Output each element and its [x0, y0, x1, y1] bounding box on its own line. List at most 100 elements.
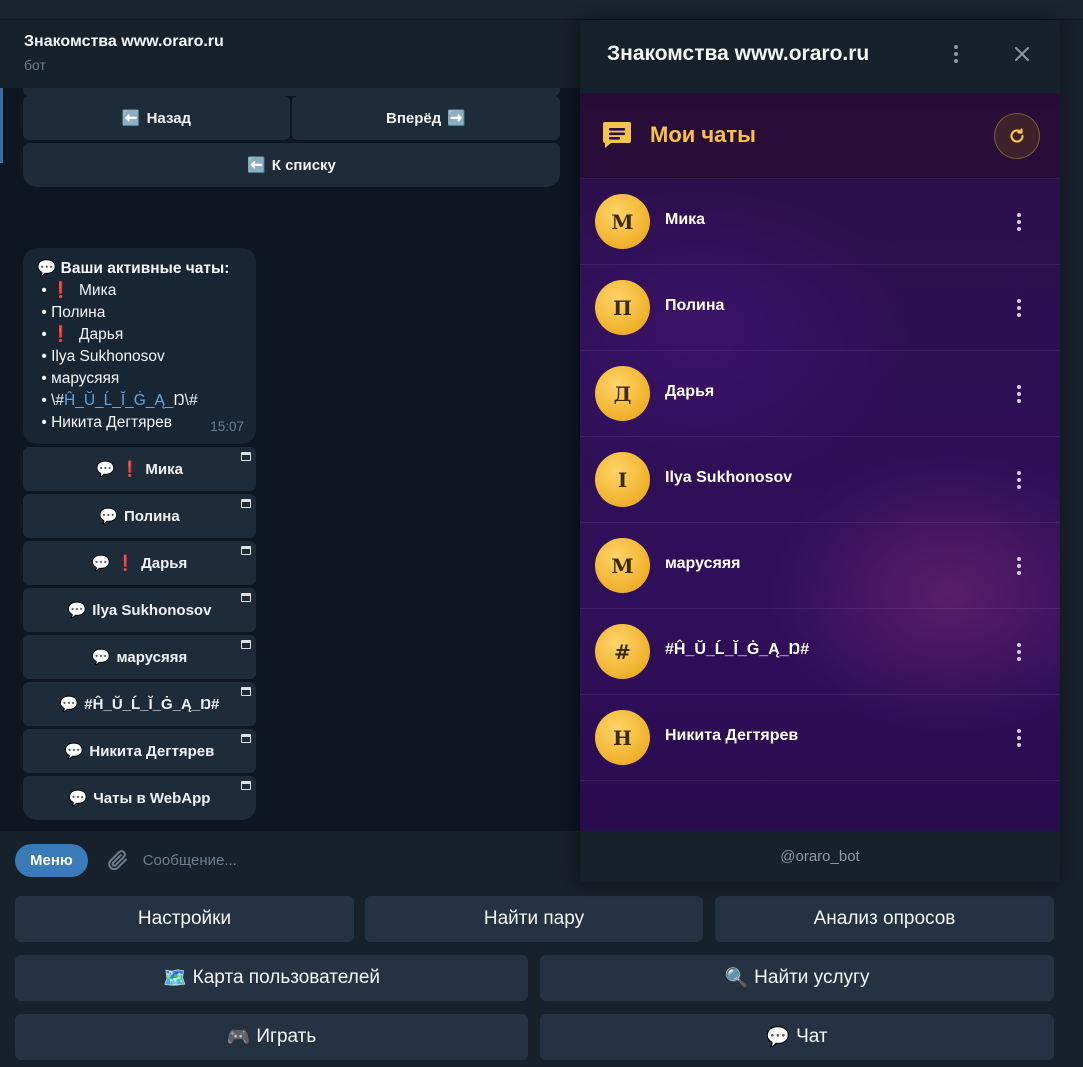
message-header-text: Ваши активные чаты: — [60, 260, 230, 277]
chat-list: М Мика П Полина Д Дарья I Ilya Sukhonoso… — [580, 179, 1060, 781]
chat-button-label: Мика — [145, 460, 183, 478]
chat-button-label: Ilya Sukhonosov — [92, 601, 212, 619]
chat-button[interactable]: 💬 ❗ Мика — [23, 447, 256, 491]
chat-button[interactable]: 💬 Никита Дегтярев — [23, 729, 256, 773]
forward-button[interactable]: Вперёд ➡️ — [292, 96, 560, 140]
to-list-button[interactable]: ⬅️ К списку — [23, 143, 560, 187]
webapp-window-icon — [241, 546, 251, 555]
chat-header[interactable]: Знакомства www.oraro.ru бот — [0, 20, 580, 88]
message-line-text: Дарья — [79, 326, 124, 343]
webapp-window-icon — [241, 499, 251, 508]
find-pair-button[interactable]: Найти пару — [365, 896, 703, 942]
chat-name: Дарья — [665, 383, 715, 400]
map-icon: 🗺️ — [163, 968, 187, 989]
webapp-content[interactable]: Мои чаты М Мика П Полина Д Дарья I Ilya … — [580, 93, 1060, 831]
left-arrow-icon: ⬅️ — [247, 157, 266, 174]
avatar: П — [595, 280, 650, 335]
chat-reply-button-label: Чат — [796, 1026, 828, 1047]
chat-list-item[interactable]: I Ilya Sukhonosov — [580, 437, 1060, 523]
chat-button-label: Чаты в WebApp — [93, 789, 211, 807]
exclamation-icon: ❗ — [116, 555, 136, 572]
chat-list-item[interactable]: М Мика — [580, 179, 1060, 265]
my-chats-bar: Мои чаты — [580, 93, 1060, 179]
bullet: • — [41, 282, 47, 299]
my-chats-heading: Мои чаты — [650, 122, 756, 147]
chat-reply-button[interactable]: 💬 Чат — [540, 1014, 1054, 1060]
more-options-icon[interactable] — [944, 40, 968, 68]
poll-analysis-button-label: Анализ опросов — [813, 908, 956, 929]
refresh-icon — [1010, 128, 1024, 143]
message-line-text: Полина — [51, 304, 106, 321]
more-options-icon[interactable] — [1012, 639, 1026, 665]
chat-list-item[interactable]: М марусяяя — [580, 523, 1060, 609]
chat-messages-area[interactable]: ⬅️ Назад Вперёд ➡️ ⬅️ К списку 💬 Ваши ак… — [0, 88, 580, 831]
refresh-button[interactable] — [994, 113, 1040, 159]
chat-button[interactable]: 💬 Ilya Sukhonosov — [23, 588, 256, 632]
avatar: Н — [595, 710, 650, 765]
message-header: 💬 Ваши активные чаты: — [37, 258, 242, 280]
message-input[interactable] — [142, 851, 523, 869]
speech-bubble-icon: 💬 — [91, 555, 111, 572]
chat-button[interactable]: 💬 #Ĥ_Ŭ_Ĺ_Ĭ_Ġ_Ą_Ŋ# — [23, 682, 256, 726]
chat-button-label: Никита Дегтярев — [89, 742, 215, 760]
poll-analysis-button[interactable]: Анализ опросов — [715, 896, 1054, 942]
message-line: • Полина — [37, 302, 242, 324]
user-map-button-label: Карта пользователей — [192, 967, 380, 988]
webapp-window-icon — [241, 687, 251, 696]
play-button[interactable]: 🎮 Играть — [15, 1014, 528, 1060]
telegram-window: Знакомства www.oraro.ru бот ⬅️ Назад Впе… — [0, 0, 1083, 1067]
forward-button-label: Вперёд — [386, 109, 442, 127]
menu-button[interactable]: Меню — [15, 843, 88, 877]
chat-name: Никита Дегтярев — [665, 727, 799, 744]
bullet: • — [41, 370, 47, 387]
find-service-button[interactable]: 🔍 Найти услугу — [540, 955, 1054, 1001]
find-service-button-label: Найти услугу — [754, 967, 870, 988]
exclamation-icon: ❗ — [120, 461, 140, 478]
reply-keyboard: Настройки Найти пару Анализ опросов 🗺️ К… — [0, 889, 1083, 1067]
paperclip-icon[interactable] — [105, 847, 131, 873]
close-icon[interactable] — [1010, 42, 1034, 66]
settings-button[interactable]: Настройки — [15, 896, 354, 942]
more-options-icon[interactable] — [1012, 209, 1026, 235]
avatar: М — [595, 194, 650, 249]
more-options-icon[interactable] — [1012, 381, 1026, 407]
window-top-strip — [0, 0, 1083, 20]
bullet: • — [41, 392, 47, 409]
chat-button[interactable]: 💬 марусяяя — [23, 635, 256, 679]
webapp-window-icon — [241, 781, 251, 790]
bullet: • — [41, 348, 47, 365]
username-link[interactable]: Ĥ_Ŭ_Ĺ_Ĭ_Ġ_Ą_ — [64, 392, 173, 409]
chat-name: Ilya Sukhonosov — [665, 469, 793, 486]
chat-subtitle: бот — [24, 57, 46, 73]
chat-list-item[interactable]: П Полина — [580, 265, 1060, 351]
chat-list-item[interactable]: Н Никита Дегтярев — [580, 695, 1060, 781]
chat-title: Знакомства www.oraro.ru — [24, 33, 224, 50]
message-line-text: Никита Дегтярев — [51, 414, 172, 431]
chat-name: Мика — [665, 211, 706, 228]
webapp-window-icon — [241, 734, 251, 743]
speech-bubble-icon: 💬 — [59, 696, 79, 713]
more-options-icon[interactable] — [1012, 467, 1026, 493]
to-list-button-label: К списку — [271, 156, 336, 174]
chat-button-label: марусяяя — [116, 648, 188, 666]
message-line-text: \# — [51, 392, 64, 409]
message-line: • марусяяя — [37, 368, 242, 390]
chat-button-label: #Ĥ_Ŭ_Ĺ_Ĭ_Ġ_Ą_Ŋ# — [84, 695, 220, 713]
speech-bubble-icon: 💬 — [96, 461, 115, 478]
more-options-icon[interactable] — [1012, 725, 1026, 751]
more-options-icon[interactable] — [1012, 295, 1026, 321]
speech-bubble-icon: 💬 — [37, 260, 57, 277]
chat-button[interactable]: 💬 Полина — [23, 494, 256, 538]
webapp-title: Знакомства www.oraro.ru — [607, 42, 870, 65]
chat-button[interactable]: 💬 ❗ Дарья — [23, 541, 256, 585]
webapp-chats-button[interactable]: 💬 Чаты в WebApp — [23, 776, 256, 820]
message-line-text: Ilya Sukhonosov — [51, 348, 165, 365]
back-button-label: Назад — [146, 109, 192, 127]
back-button[interactable]: ⬅️ Назад — [23, 96, 290, 140]
more-options-icon[interactable] — [1012, 553, 1026, 579]
user-map-button[interactable]: 🗺️ Карта пользователей — [15, 955, 528, 1001]
chat-list-item[interactable]: # #Ĥ_Ŭ_Ĺ_Ĭ_Ġ_Ą_Ŋ# — [580, 609, 1060, 695]
chat-list-item[interactable]: Д Дарья — [580, 351, 1060, 437]
message-line: • ❗ Дарья — [37, 324, 242, 346]
webapp-window-icon — [241, 593, 251, 602]
